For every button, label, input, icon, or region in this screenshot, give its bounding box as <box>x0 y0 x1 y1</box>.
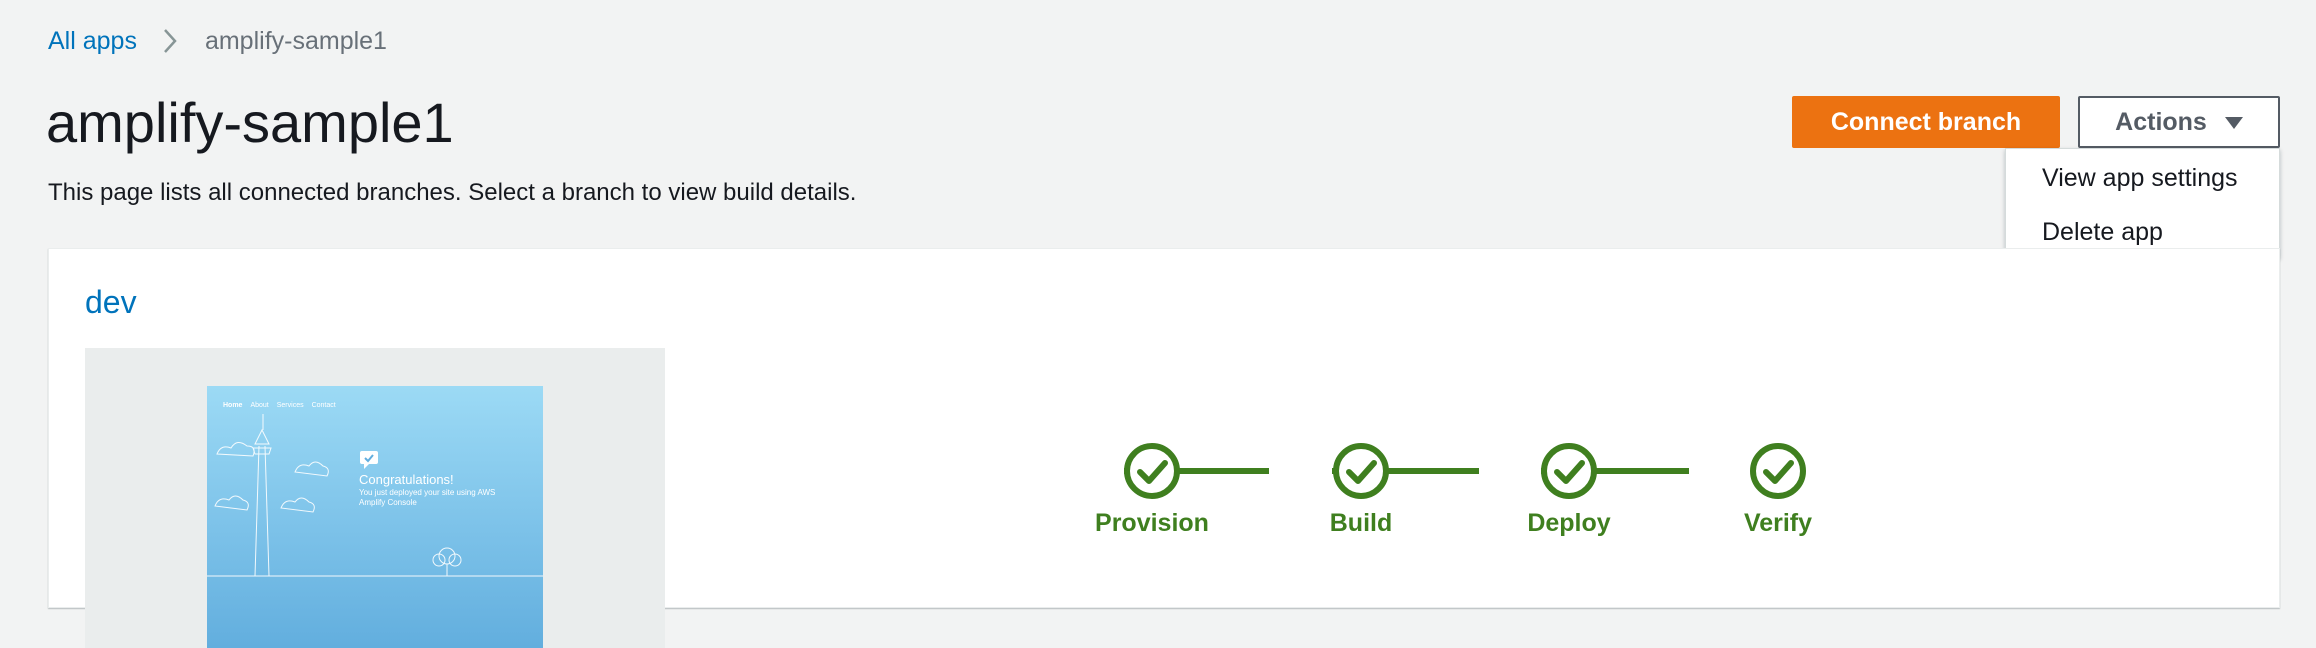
connect-branch-button[interactable]: Connect branch <box>1792 96 2060 148</box>
branch-name-link[interactable]: dev <box>85 281 137 323</box>
page-description: This page lists all connected branches. … <box>48 179 857 206</box>
breadcrumb-all-apps-link[interactable]: All apps <box>48 27 137 56</box>
city-skyline-illustration <box>207 414 543 577</box>
breadcrumb-current: amplify-sample1 <box>204 26 387 55</box>
verify-check-icon <box>1749 442 1807 500</box>
step-label-build: Build <box>1329 509 1393 537</box>
branch-card: dev Home About Services Contact Congratu… <box>48 248 2280 648</box>
step-label-deploy: Deploy <box>1527 509 1611 537</box>
menu-item-delete-app[interactable]: Delete app <box>2042 215 2163 249</box>
chevron-right-icon <box>163 28 177 54</box>
deploy-check-icon <box>1540 442 1598 500</box>
branch-preview[interactable]: Home About Services Contact Congratulati… <box>85 348 665 648</box>
actions-button-label: Actions <box>2115 107 2207 136</box>
build-check-icon <box>1332 442 1390 500</box>
step-label-provision: Provision <box>1095 509 1209 537</box>
menu-item-view-app-settings[interactable]: View app settings <box>2042 161 2238 195</box>
page-title: amplify-sample1 <box>46 91 454 154</box>
actions-dropdown-button[interactable]: Actions <box>2078 96 2280 148</box>
caret-down-icon <box>2224 108 2243 137</box>
step-label-verify: Verify <box>1743 509 1813 537</box>
site-screenshot: Home About Services Contact Congratulati… <box>207 386 543 648</box>
actions-dropdown-menu: View app settings Delete app <box>2005 148 2280 258</box>
provision-check-icon <box>1123 442 1181 500</box>
breadcrumb: All apps amplify-sample1 <box>48 24 387 58</box>
